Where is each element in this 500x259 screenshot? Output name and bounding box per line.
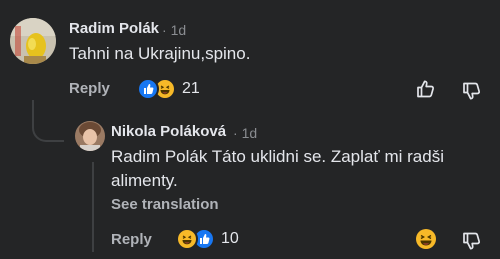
- comment-time: · 1d: [162, 22, 186, 38]
- avatar-nikola[interactable]: [75, 121, 105, 151]
- reply-time: · 1d: [233, 125, 257, 141]
- haha-react-icon: [416, 229, 436, 249]
- thread-line: [32, 100, 64, 142]
- reply-author[interactable]: Nikola Poláková: [111, 123, 226, 140]
- comment-text: Tahni na Ukrajinu,spino.: [69, 44, 251, 63]
- reaction-count: 10: [221, 230, 239, 247]
- reaction-summary[interactable]: 10: [176, 228, 239, 250]
- reply-button[interactable]: Reply: [69, 80, 110, 97]
- haha-icon: [176, 228, 198, 250]
- reply-text-line-2: alimenty.: [111, 171, 178, 190]
- thread-line-vertical: [92, 162, 94, 252]
- like-button[interactable]: [415, 78, 437, 100]
- avatar-image: [75, 121, 105, 151]
- thumbs-down-icon: [463, 232, 481, 250]
- thumbs-up-icon: [417, 80, 435, 98]
- dislike-button[interactable]: [461, 230, 483, 252]
- reaction-count: 21: [182, 80, 200, 97]
- avatar-image: [10, 18, 56, 64]
- reply-text-line-1: Radim Polák Táto uklidni se. Zaplať mi r…: [111, 147, 444, 166]
- thumbs-down-icon: [463, 82, 481, 100]
- like-icon: [137, 78, 159, 100]
- comment-author[interactable]: Radim Polák: [69, 20, 159, 37]
- reply-button[interactable]: Reply: [111, 231, 152, 248]
- reaction-summary[interactable]: 21: [137, 78, 200, 100]
- dislike-button[interactable]: [461, 80, 483, 102]
- see-translation-link[interactable]: See translation: [111, 196, 219, 213]
- separator: ·: [233, 125, 238, 141]
- haha-react-button[interactable]: [415, 228, 437, 250]
- separator: ·: [162, 22, 167, 38]
- timestamp[interactable]: 1d: [242, 125, 258, 141]
- avatar-radim[interactable]: [10, 18, 56, 64]
- timestamp[interactable]: 1d: [171, 22, 187, 38]
- reply-text: Radim Polák Táto uklidni se. Zaplať mi r…: [111, 145, 481, 193]
